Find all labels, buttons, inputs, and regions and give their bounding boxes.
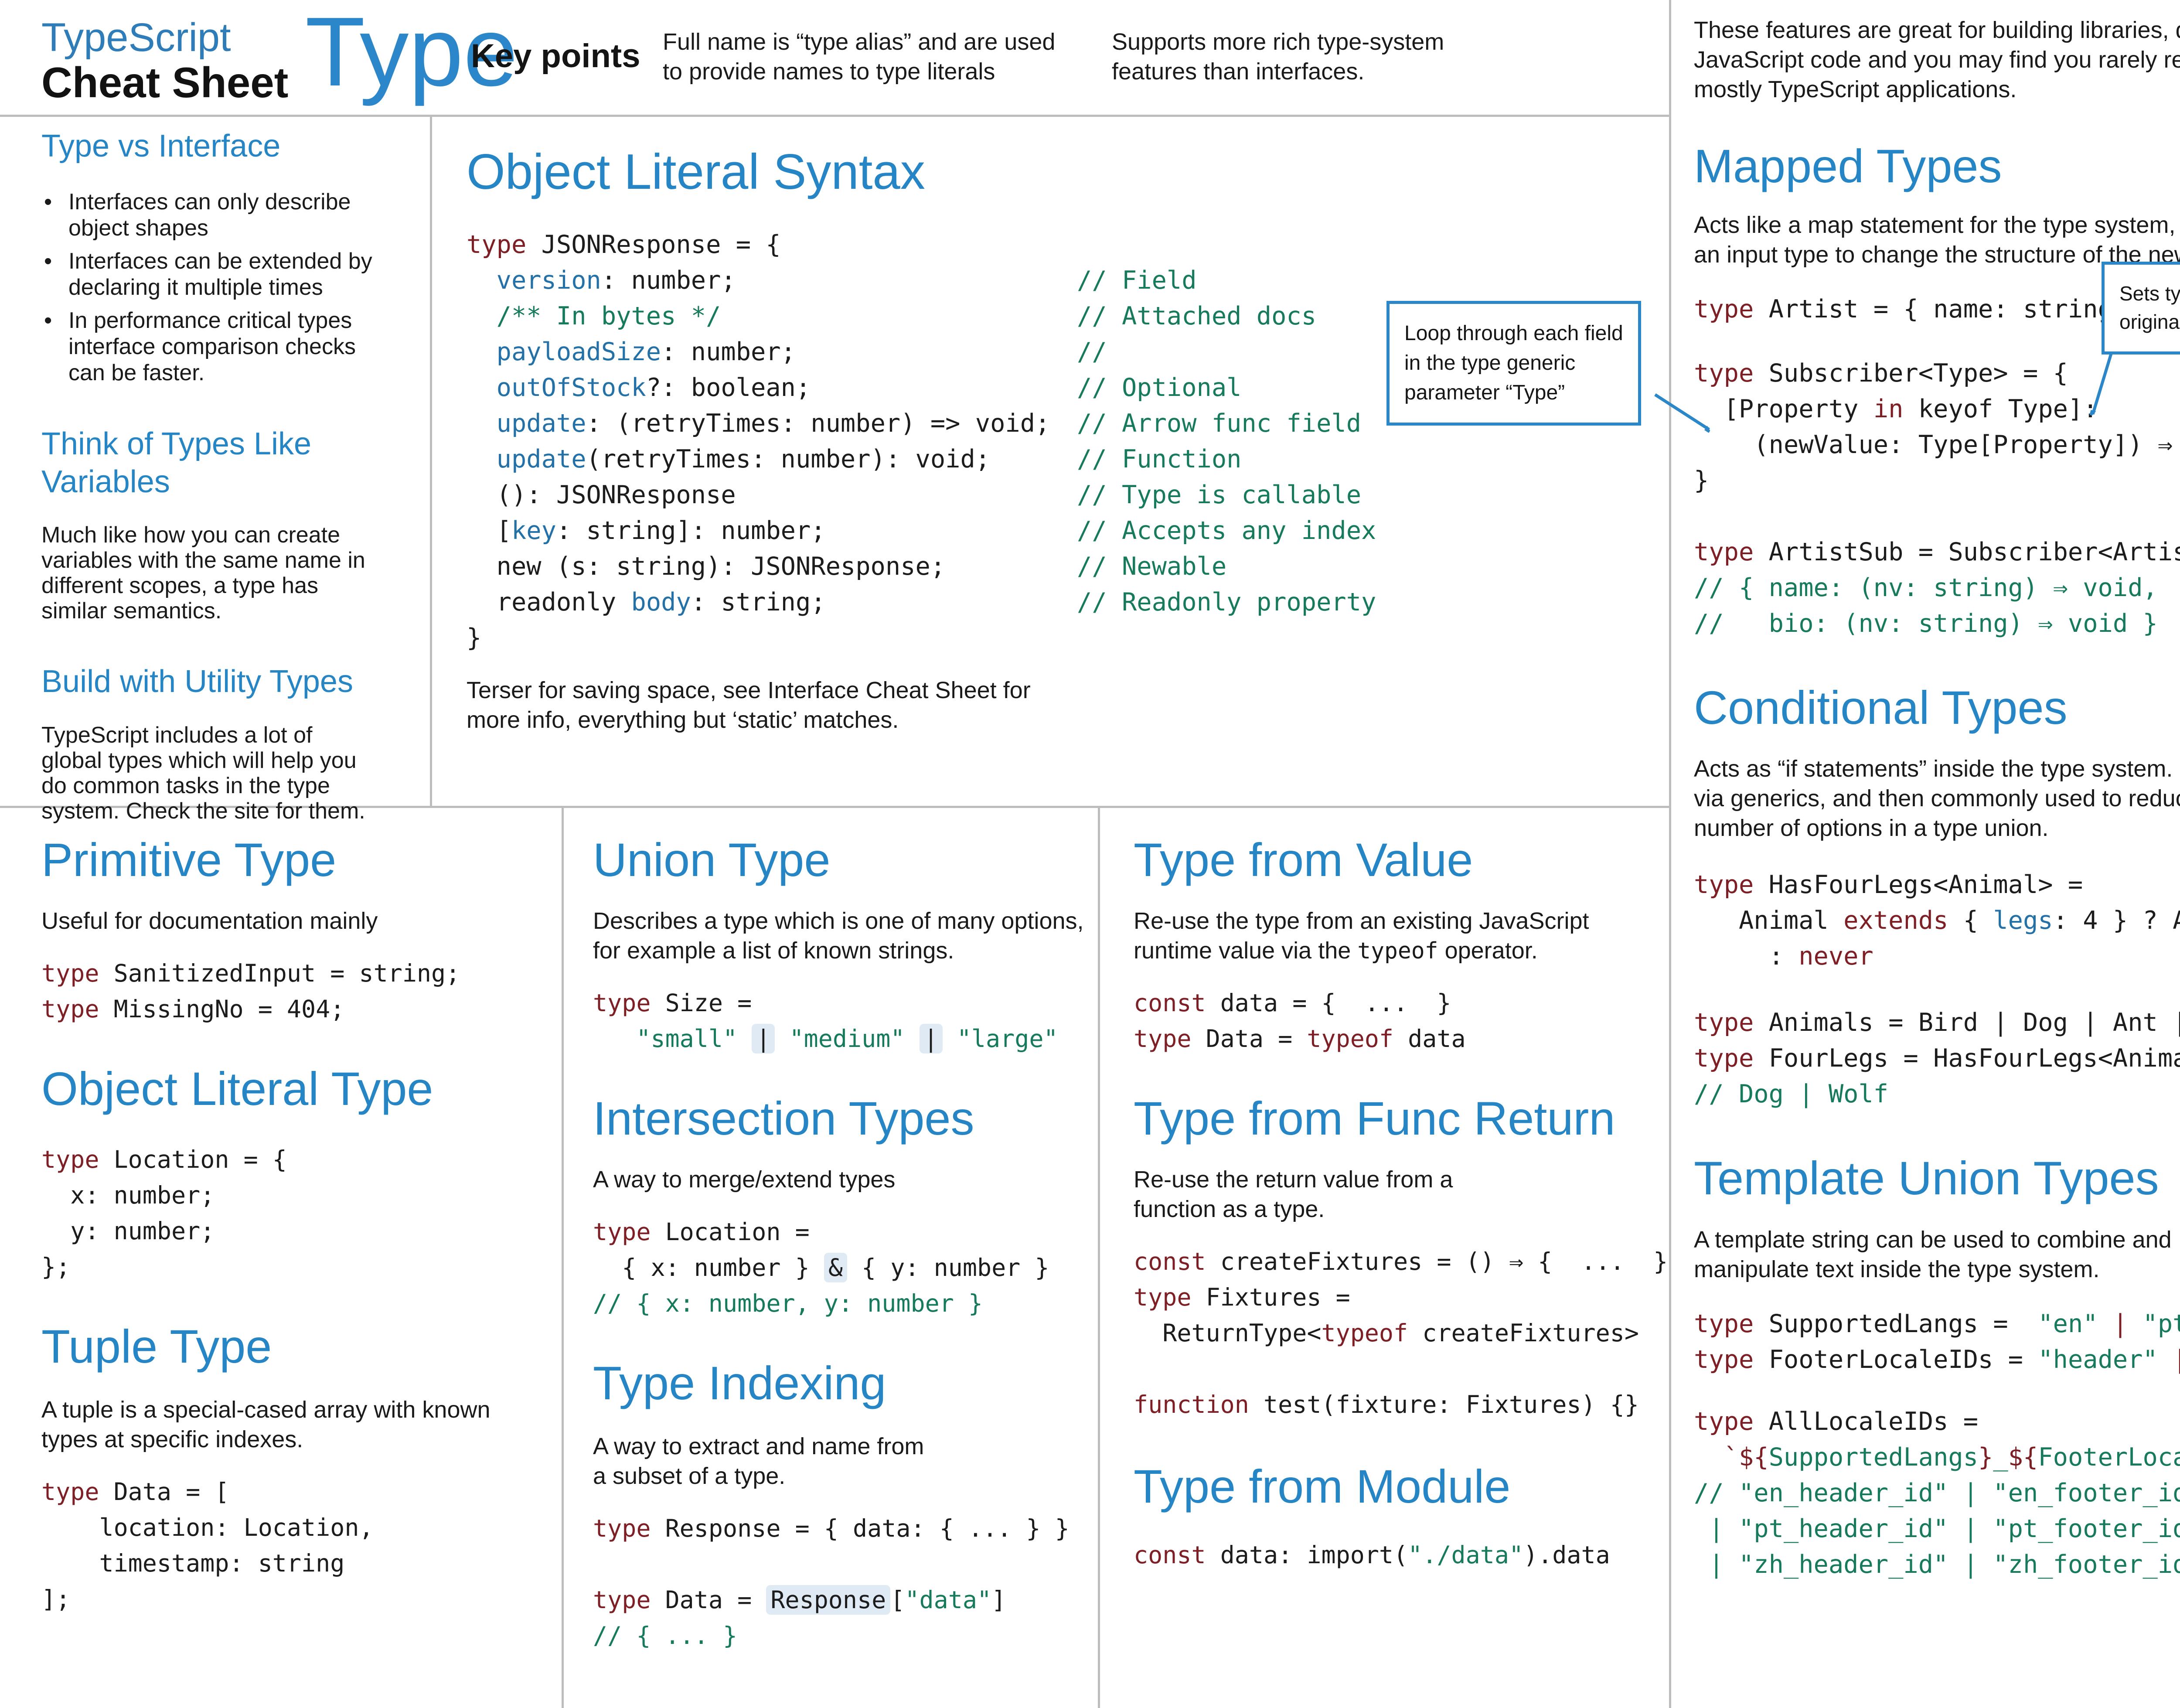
sidebar-heading-utility-types: Build with Utility Types: [41, 664, 353, 699]
conditional-types-desc: Acts as “if statements” inside the type …: [1694, 756, 2180, 842]
type-from-func-return-code: const createFixtures = () ⇒ { ... } type …: [1134, 1248, 1668, 1419]
intersection-types-code: type Location = { x: number } & { y: num…: [593, 1218, 1049, 1318]
key-point-2: Supports more rich type-system features …: [1112, 29, 1444, 85]
template-union-types-title: Template Union Types: [1694, 1152, 2159, 1205]
object-literal-syntax-footnote: Terser for saving space, see Interface C…: [467, 677, 1031, 733]
template-union-code-alllocaleids: type AllLocaleIDs = `${SupportedLangs}_$…: [1694, 1407, 2180, 1579]
type-vs-interface-bullets: Interfaces can only describe object shap…: [41, 189, 425, 386]
callout-loop-through-fields: Loop through each field in the type gene…: [1386, 301, 1641, 426]
typescript-type-cheat-sheet: TypeScript Cheat Sheet Type Key points F…: [0, 0, 2180, 1708]
sidebar: Type vs Interface Interfaces can only de…: [41, 127, 425, 824]
intersection-types-desc: A way to merge/extend types: [593, 1166, 896, 1193]
divider-col1-col2: [562, 806, 564, 1708]
union-type-title: Union Type: [593, 833, 831, 886]
divider-header-bottom: [0, 115, 1669, 117]
divider-sidebar-right: [430, 115, 432, 807]
divider-col2-col3: [1098, 806, 1100, 1708]
column-primitive: Primitive Type Useful for documentation …: [41, 820, 547, 1617]
union-type-code: type Size = "small" | "medium" | "large": [593, 989, 1058, 1054]
callout-sets-type-as-function: Sets type as a function with original ty…: [2102, 262, 2180, 355]
template-union-code-langs: type SupportedLangs = "en" | "pt" | "zh"…: [1694, 1309, 2180, 1374]
sidebar-heading-types-like-variables: Think of Types Like Variables: [41, 426, 311, 499]
intersection-types-title: Intersection Types: [593, 1092, 974, 1145]
brand-typescript: TypeScript: [41, 15, 231, 60]
column-type-from: Type from Value Re-use the type from an …: [1134, 820, 1668, 1573]
bullet-item: In performance critical types interface …: [44, 307, 425, 386]
utility-types-text: TypeScript includes a lot of global type…: [41, 722, 365, 824]
type-indexing-title: Type Indexing: [593, 1357, 886, 1410]
types-like-variables-text: Much like how you can create variables w…: [41, 522, 365, 624]
object-literal-syntax-section: Object Literal Syntax type JSONResponse …: [467, 144, 1652, 735]
column-union: Union Type Describes a type which is one…: [593, 820, 1086, 1653]
type-indexing-desc: A way to extract and name from a subset …: [593, 1433, 924, 1490]
type-from-module-title: Type from Module: [1134, 1460, 1511, 1513]
intro-note: These features are great for building li…: [1694, 17, 2180, 103]
divider-rightcolumn-left: [1669, 0, 1671, 1708]
union-type-desc: Describes a type which is one of many op…: [593, 908, 1084, 964]
conditional-types-title: Conditional Types: [1694, 681, 2068, 734]
typeof-inline-code: typeof: [1357, 938, 1438, 965]
object-literal-syntax-title: Object Literal Syntax: [467, 144, 925, 200]
primitive-type-title: Primitive Type: [41, 833, 337, 886]
type-from-func-return-desc: Re-use the return value from a function …: [1134, 1166, 1453, 1223]
conditional-types-code-hasfourlegs: type HasFourLegs<Animal> = Animal extend…: [1694, 870, 2180, 971]
mapped-types-title: Mapped Types: [1694, 140, 2002, 193]
template-union-types-desc: A template string can be used to combine…: [1694, 1226, 2172, 1282]
desc-text: operator.: [1438, 938, 1538, 964]
tuple-type-desc: A tuple is a special-cased array with kn…: [41, 1397, 490, 1453]
primitive-type-desc: Useful for documentation mainly: [41, 908, 378, 934]
primitive-type-code: type SanitizedInput = string; type Missin…: [41, 959, 460, 1023]
type-indexing-code: type Response = { data: { ... } } type D…: [593, 1514, 1070, 1650]
type-from-value-code: const data = { ... } type Data = typeof d…: [1134, 989, 1466, 1053]
type-from-value-title: Type from Value: [1134, 833, 1473, 886]
brand-cheat-sheet: Cheat Sheet: [41, 58, 289, 106]
sidebar-heading-type-vs-interface: Type vs Interface: [41, 129, 281, 164]
key-points-label: Key points: [471, 38, 640, 75]
object-literal-type-code: type Location = { x: number; y: number;}…: [41, 1145, 287, 1281]
bullet-item: Interfaces can only describe object shap…: [44, 189, 425, 241]
bullet-item: Interfaces can be extended by declaring …: [44, 248, 425, 300]
type-from-func-return-title: Type from Func Return: [1134, 1092, 1615, 1145]
object-literal-type-title: Object Literal Type: [41, 1062, 433, 1115]
brand-block: TypeScript Cheat Sheet: [41, 17, 288, 104]
type-from-module-code: const data: import("./data").data: [1134, 1541, 1610, 1569]
object-literal-syntax-code: type JSONResponse = { version: number;//…: [467, 230, 1376, 652]
tuple-type-title: Tuple Type: [41, 1320, 272, 1373]
key-point-1: Full name is “type alias” and are used t…: [663, 29, 1056, 85]
right-column: These features are great for building li…: [1694, 0, 2180, 1582]
conditional-types-code-animals: type Animals = Bird | Dog | Ant | Wolf;t…: [1694, 1008, 2180, 1109]
tuple-type-code: type Data = [ location: Location, timest…: [41, 1478, 374, 1613]
mapped-types-desc: Acts like a map statement for the type s…: [1694, 212, 2180, 268]
type-from-value-desc: Re-use the type from an existing JavaScr…: [1134, 906, 1661, 965]
mapped-types-code-subscriber: type Subscriber<Type> = { [Property in k…: [1694, 359, 2180, 638]
